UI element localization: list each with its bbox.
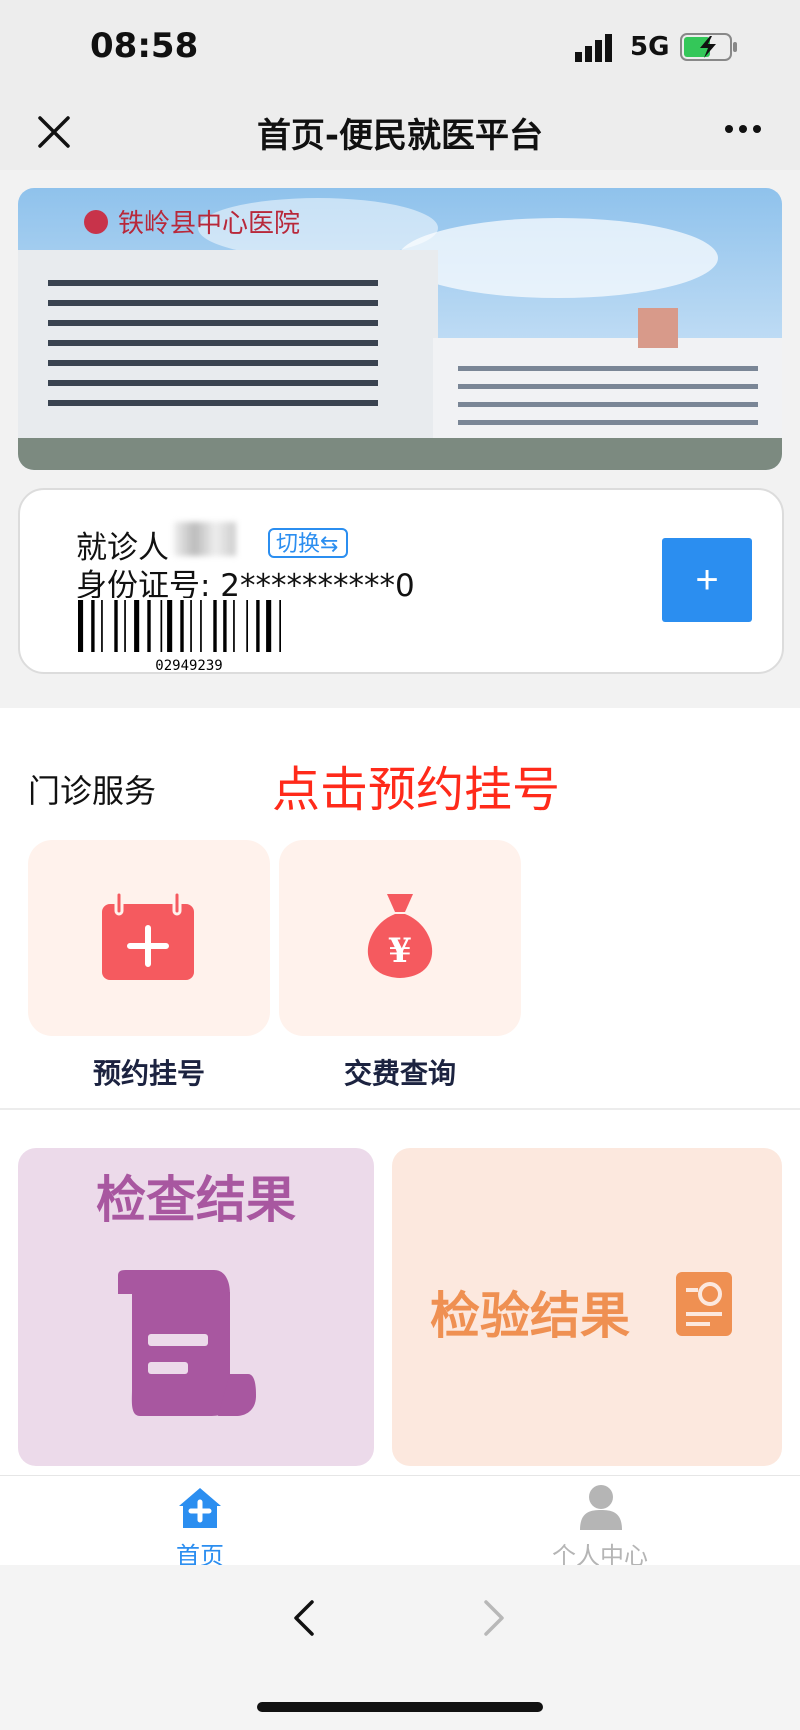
- calendar-plus-icon: [102, 892, 194, 980]
- home-indicator: [257, 1702, 543, 1712]
- appointment-tile[interactable]: [28, 840, 270, 1036]
- barcode-bar: [147, 600, 151, 652]
- forward-arrow-icon[interactable]: [482, 1598, 506, 1638]
- patient-name-blurred: [174, 522, 236, 556]
- barcode-bar: [246, 600, 248, 652]
- section-title: 门诊服务: [28, 772, 157, 810]
- hint-text: 点击预约挂号: [272, 762, 561, 818]
- barcode-bar: [78, 600, 84, 652]
- barcode-bar: [200, 600, 202, 652]
- tile-label-payment: 交费查询: [343, 1057, 456, 1090]
- back-arrow-icon[interactable]: [292, 1598, 316, 1638]
- document-scroll-icon: [118, 1270, 256, 1416]
- money-bag-icon: ¥: [367, 894, 433, 978]
- barcode-bar: [160, 600, 163, 652]
- hospital-banner: 铁岭县中心医院: [18, 188, 782, 470]
- hospital-sign: 铁岭县中心医院: [118, 209, 300, 239]
- add-patient-button[interactable]: +: [662, 538, 752, 622]
- barcode-bar: [180, 600, 184, 652]
- switch-patient-button[interactable]: 切换⇆: [268, 528, 348, 558]
- network-type: 5G: [630, 32, 670, 62]
- barcode-bar: [114, 600, 118, 652]
- barcode-bar: [266, 600, 272, 652]
- barcode-number: 02949239: [155, 658, 222, 672]
- tile-label-appointment: 预约挂号: [92, 1057, 205, 1090]
- signal-icon: [575, 34, 612, 62]
- status-time: 08:58: [90, 26, 199, 66]
- barcode-bar: [124, 600, 126, 652]
- barcode-bar: [279, 600, 281, 652]
- barcode-bar: [91, 600, 95, 652]
- barcode-bar: [134, 600, 140, 652]
- barcode: 02949239: [76, 598, 302, 672]
- battery-icon: [680, 33, 737, 61]
- barcode-bar: [223, 600, 227, 652]
- payment-query-tile[interactable]: ¥: [279, 840, 521, 1036]
- barcode-bar: [256, 600, 260, 652]
- barcode-bar: [233, 600, 235, 652]
- barcode-bar: [167, 600, 173, 652]
- page-title: 首页-便民就医平台: [256, 116, 544, 156]
- more-icon[interactable]: [722, 122, 764, 136]
- svg-text:¥: ¥: [388, 931, 412, 971]
- home-icon[interactable]: [177, 1486, 223, 1530]
- lab-results-title: 检验结果: [430, 1287, 630, 1345]
- barcode-bar: [213, 600, 217, 652]
- person-icon[interactable]: [580, 1484, 622, 1530]
- report-icon: [676, 1272, 732, 1336]
- barcode-bar: [190, 600, 192, 652]
- exam-results-title: 检查结果: [96, 1171, 296, 1229]
- barcode-bar: [101, 600, 103, 652]
